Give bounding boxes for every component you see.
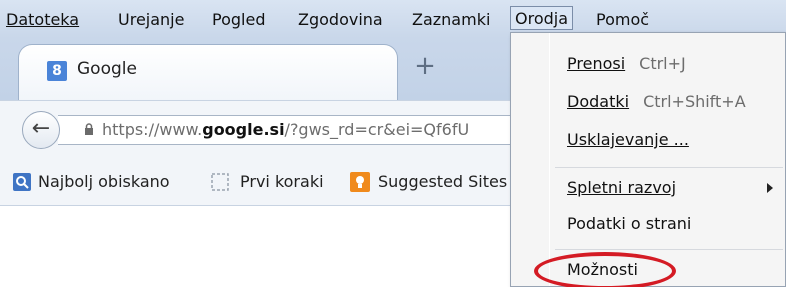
menu-urejanje[interactable]: Urejanje bbox=[118, 8, 184, 32]
bookmark-suggested-sites[interactable]: Suggested Sites bbox=[378, 172, 510, 191]
back-button[interactable]: ← bbox=[22, 111, 60, 149]
menu-item-dodatki[interactable]: Dodatki Ctrl+Shift+A bbox=[567, 87, 746, 117]
menu-datoteka[interactable]: Datoteka bbox=[6, 8, 79, 32]
menu-separator bbox=[555, 249, 783, 250]
back-arrow-icon: ← bbox=[31, 116, 51, 141]
submenu-arrow-icon bbox=[767, 183, 773, 193]
tools-dropdown-menu: Prenosi Ctrl+J Dodatki Ctrl+Shift+A Usklaj… bbox=[510, 32, 786, 287]
new-tab-button[interactable]: + bbox=[410, 52, 440, 82]
menu-item-podatki-o-strani[interactable]: Podatki o strani bbox=[567, 209, 691, 239]
menu-zgodovina[interactable]: Zgodovina bbox=[298, 8, 383, 32]
menu-pomoc[interactable]: Pomoč bbox=[596, 8, 649, 32]
tab-google[interactable]: 8 Google bbox=[18, 44, 398, 101]
url-text: https://www.google.si/?gws_rd=cr&ei=Qf6f… bbox=[102, 120, 470, 139]
menu-zaznamki[interactable]: Zaznamki bbox=[412, 8, 490, 32]
lock-icon bbox=[84, 123, 94, 135]
menu-item-usklajevanje[interactable]: Usklajevanje ... bbox=[567, 125, 689, 155]
most-visited-icon bbox=[12, 172, 32, 192]
dashed-page-icon bbox=[210, 172, 230, 192]
bookmark-najbolj-obiskano[interactable]: Najbolj obiskano bbox=[38, 172, 170, 191]
bookmark-prvi-koraki[interactable]: Prvi koraki bbox=[240, 172, 324, 191]
highlight-annotation-oval bbox=[534, 252, 676, 287]
menu-item-prenosi[interactable]: Prenosi Ctrl+J bbox=[567, 49, 686, 79]
suggested-sites-icon bbox=[350, 172, 370, 192]
menu-pogled[interactable]: Pogled bbox=[212, 8, 265, 32]
menu-orodja[interactable]: Orodja bbox=[510, 6, 574, 30]
google-g-icon: 8 bbox=[47, 61, 67, 81]
menu-item-spletni-razvoj[interactable]: Spletni razvoj bbox=[567, 173, 676, 203]
menu-gutter bbox=[549, 33, 550, 286]
url-bar[interactable]: https://www.google.si/?gws_rd=cr&ei=Qf6f… bbox=[58, 115, 528, 145]
menu-separator bbox=[555, 167, 783, 168]
tab-title: Google bbox=[77, 59, 137, 79]
